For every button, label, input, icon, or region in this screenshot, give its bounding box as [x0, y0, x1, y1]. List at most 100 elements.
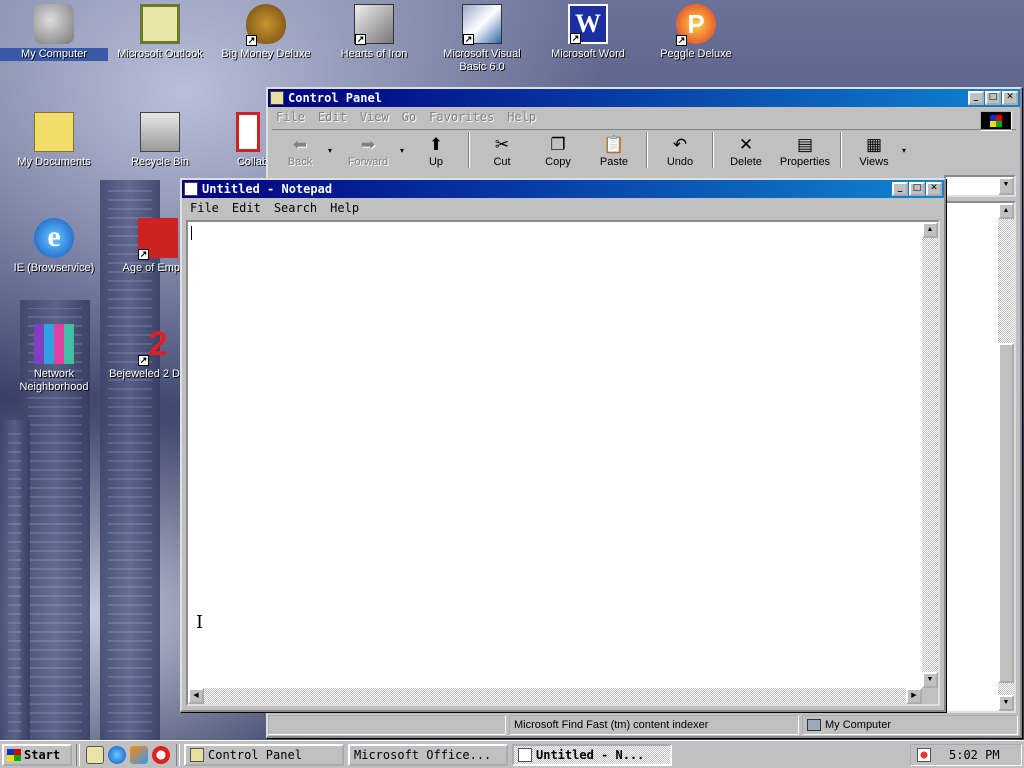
- undo-arrow-icon: ↶: [672, 135, 688, 154]
- opera-icon[interactable]: [152, 745, 170, 764]
- back-button[interactable]: ⬅ Back: [272, 134, 328, 171]
- menu-go[interactable]: Go: [398, 110, 425, 124]
- scroll-down-button[interactable]: ▼: [998, 695, 1014, 711]
- paste-button[interactable]: 📋 Paste: [586, 134, 642, 171]
- windows-flag-icon: [7, 748, 21, 761]
- desktop-icon-ie[interactable]: e IE (Browservice): [0, 218, 108, 275]
- desktop-icon-label: Network Neighborhood: [19, 368, 89, 393]
- desktop-icon-big-money[interactable]: ↗ Big Money Deluxe: [212, 4, 320, 61]
- views-dropdown-icon[interactable]: ▾: [902, 146, 910, 171]
- scroll-down-button[interactable]: ▼: [922, 672, 938, 688]
- paste-label: Paste: [599, 156, 629, 168]
- forward-dropdown-icon[interactable]: ▾: [400, 146, 408, 171]
- hearts-of-iron-icon: ↗: [354, 4, 394, 45]
- task-notepad[interactable]: Untitled - N...: [512, 743, 672, 766]
- address-combobox[interactable]: ▼: [944, 175, 1016, 197]
- copy-button[interactable]: ❐ Copy: [530, 134, 586, 171]
- forward-button[interactable]: ➡ Forward: [336, 134, 400, 171]
- desktop-icon-peggle[interactable]: P ↗ Peggle Deluxe: [642, 4, 750, 61]
- task-label: Control Panel: [208, 747, 302, 762]
- back-dropdown-icon[interactable]: ▾: [328, 146, 336, 171]
- control-panel-vertical-scrollbar[interactable]: ▲ ▼: [998, 203, 1014, 711]
- toolbar-separator: [468, 132, 470, 168]
- shortcut-arrow-icon: ↗: [570, 33, 581, 44]
- system-tray: 5:02 PM: [910, 744, 1022, 766]
- menu-favorites[interactable]: Favorites: [425, 110, 503, 124]
- desktop-icon-word[interactable]: W ↗ Microsoft Word: [534, 4, 642, 61]
- taskbar: Start Control Panel Microsoft Office... …: [0, 740, 1024, 768]
- forward-label: Forward: [347, 156, 389, 168]
- scroll-up-button[interactable]: ▲: [922, 222, 938, 238]
- internet-explorer-quick-icon[interactable]: [108, 745, 126, 764]
- desktop-icon-visual-basic[interactable]: ↗ Microsoft Visual Basic 6.0: [428, 4, 536, 74]
- windows-logo-icon: [980, 111, 1012, 131]
- notepad-window[interactable]: Untitled - Notepad _ □ ✕ File Edit Searc…: [180, 178, 946, 712]
- desktop-icon-collab[interactable]: Collab: [196, 112, 268, 169]
- notepad-task-icon: [518, 747, 532, 762]
- bejeweled-icon: 2 ↗: [138, 325, 168, 366]
- properties-button[interactable]: ▤ Properties: [774, 134, 836, 171]
- outlook-icon: [140, 4, 180, 44]
- maximize-button[interactable]: □: [909, 182, 925, 196]
- views-label: Views: [859, 156, 889, 168]
- maximize-button[interactable]: □: [985, 91, 1001, 105]
- status-text: Microsoft Find Fast (tm) content indexer: [509, 715, 799, 735]
- task-control-panel[interactable]: Control Panel: [184, 743, 344, 766]
- visual-basic-icon: ↗: [462, 4, 502, 45]
- show-desktop-icon[interactable]: [86, 745, 104, 764]
- scroll-right-button[interactable]: ▶: [906, 688, 922, 704]
- network-error-icon[interactable]: [917, 748, 931, 762]
- window-title: Untitled - Notepad: [202, 182, 333, 196]
- scroll-left-button[interactable]: ◀: [188, 688, 204, 704]
- minimize-button[interactable]: _: [892, 182, 908, 196]
- delete-button[interactable]: ✕ Delete: [718, 134, 774, 171]
- desktop-icon-label: Age of Emp: [122, 262, 180, 274]
- properties-icon: ▤: [796, 135, 814, 154]
- channels-icon[interactable]: [130, 745, 148, 764]
- control-panel-titlebar[interactable]: Control Panel _ □ ✕: [268, 89, 1020, 107]
- desktop-icon-my-documents[interactable]: My Documents: [0, 112, 108, 169]
- address-dropdown-button[interactable]: ▼: [998, 177, 1014, 195]
- desktop-icon-outlook[interactable]: Microsoft Outlook: [106, 4, 214, 61]
- menu-help[interactable]: Help: [326, 201, 368, 215]
- menu-view[interactable]: View: [356, 110, 398, 124]
- menu-file[interactable]: File: [272, 110, 314, 124]
- up-button[interactable]: ⬆ Up: [408, 134, 464, 171]
- internet-explorer-icon: e: [34, 218, 74, 258]
- notepad-titlebar[interactable]: Untitled - Notepad _ □ ✕: [182, 180, 944, 198]
- menu-file[interactable]: File: [186, 201, 228, 215]
- desktop-icon-hearts-of-iron[interactable]: ↗ Hearts of Iron: [320, 4, 428, 61]
- menu-help[interactable]: Help: [503, 110, 545, 124]
- minimize-button[interactable]: _: [968, 91, 984, 105]
- desktop-icon-my-computer[interactable]: My Computer: [0, 4, 108, 61]
- desktop-icon-label: IE (Browservice): [13, 262, 95, 274]
- up-label: Up: [428, 156, 444, 168]
- scissors-icon: ✂: [494, 135, 510, 154]
- menu-edit[interactable]: Edit: [314, 110, 356, 124]
- scroll-thumb[interactable]: [998, 343, 1014, 683]
- start-button[interactable]: Start: [2, 743, 72, 766]
- close-button[interactable]: ✕: [926, 182, 942, 196]
- desktop-icon-bejeweled[interactable]: 2 ↗ Bejeweled 2 D: [106, 324, 182, 381]
- peggle-icon: P ↗: [676, 4, 716, 46]
- collab-icon: [236, 112, 260, 152]
- scrollbar-corner: [922, 688, 938, 704]
- desktop-icon-age-of-empires[interactable]: ↗ Age of Emp: [106, 218, 182, 275]
- menu-edit[interactable]: Edit: [228, 201, 270, 215]
- cut-button[interactable]: ✂ Cut: [474, 134, 530, 171]
- menu-search[interactable]: Search: [270, 201, 326, 215]
- undo-button[interactable]: ↶ Undo: [652, 134, 708, 171]
- views-button[interactable]: ▦ Views: [846, 134, 902, 171]
- control-panel-menubar: File Edit View Go Favorites Help: [268, 107, 1020, 127]
- task-microsoft-office[interactable]: Microsoft Office...: [348, 743, 508, 766]
- desktop-icon-label: Microsoft Outlook: [117, 48, 203, 60]
- control-panel-content[interactable]: ▲ ▼: [944, 201, 1016, 713]
- notepad-vertical-scrollbar[interactable]: ▲ ▼: [922, 222, 938, 688]
- start-label: Start: [24, 747, 61, 762]
- desktop-icon-network-neighborhood[interactable]: Network Neighborhood: [0, 324, 108, 394]
- notepad-text-area[interactable]: I ▲ ▼ ◀ ▶: [186, 220, 940, 706]
- clock[interactable]: 5:02 PM: [949, 748, 1000, 762]
- notepad-horizontal-scrollbar[interactable]: ◀ ▶: [188, 688, 922, 704]
- scroll-up-button[interactable]: ▲: [998, 203, 1014, 219]
- close-button[interactable]: ✕: [1002, 91, 1018, 105]
